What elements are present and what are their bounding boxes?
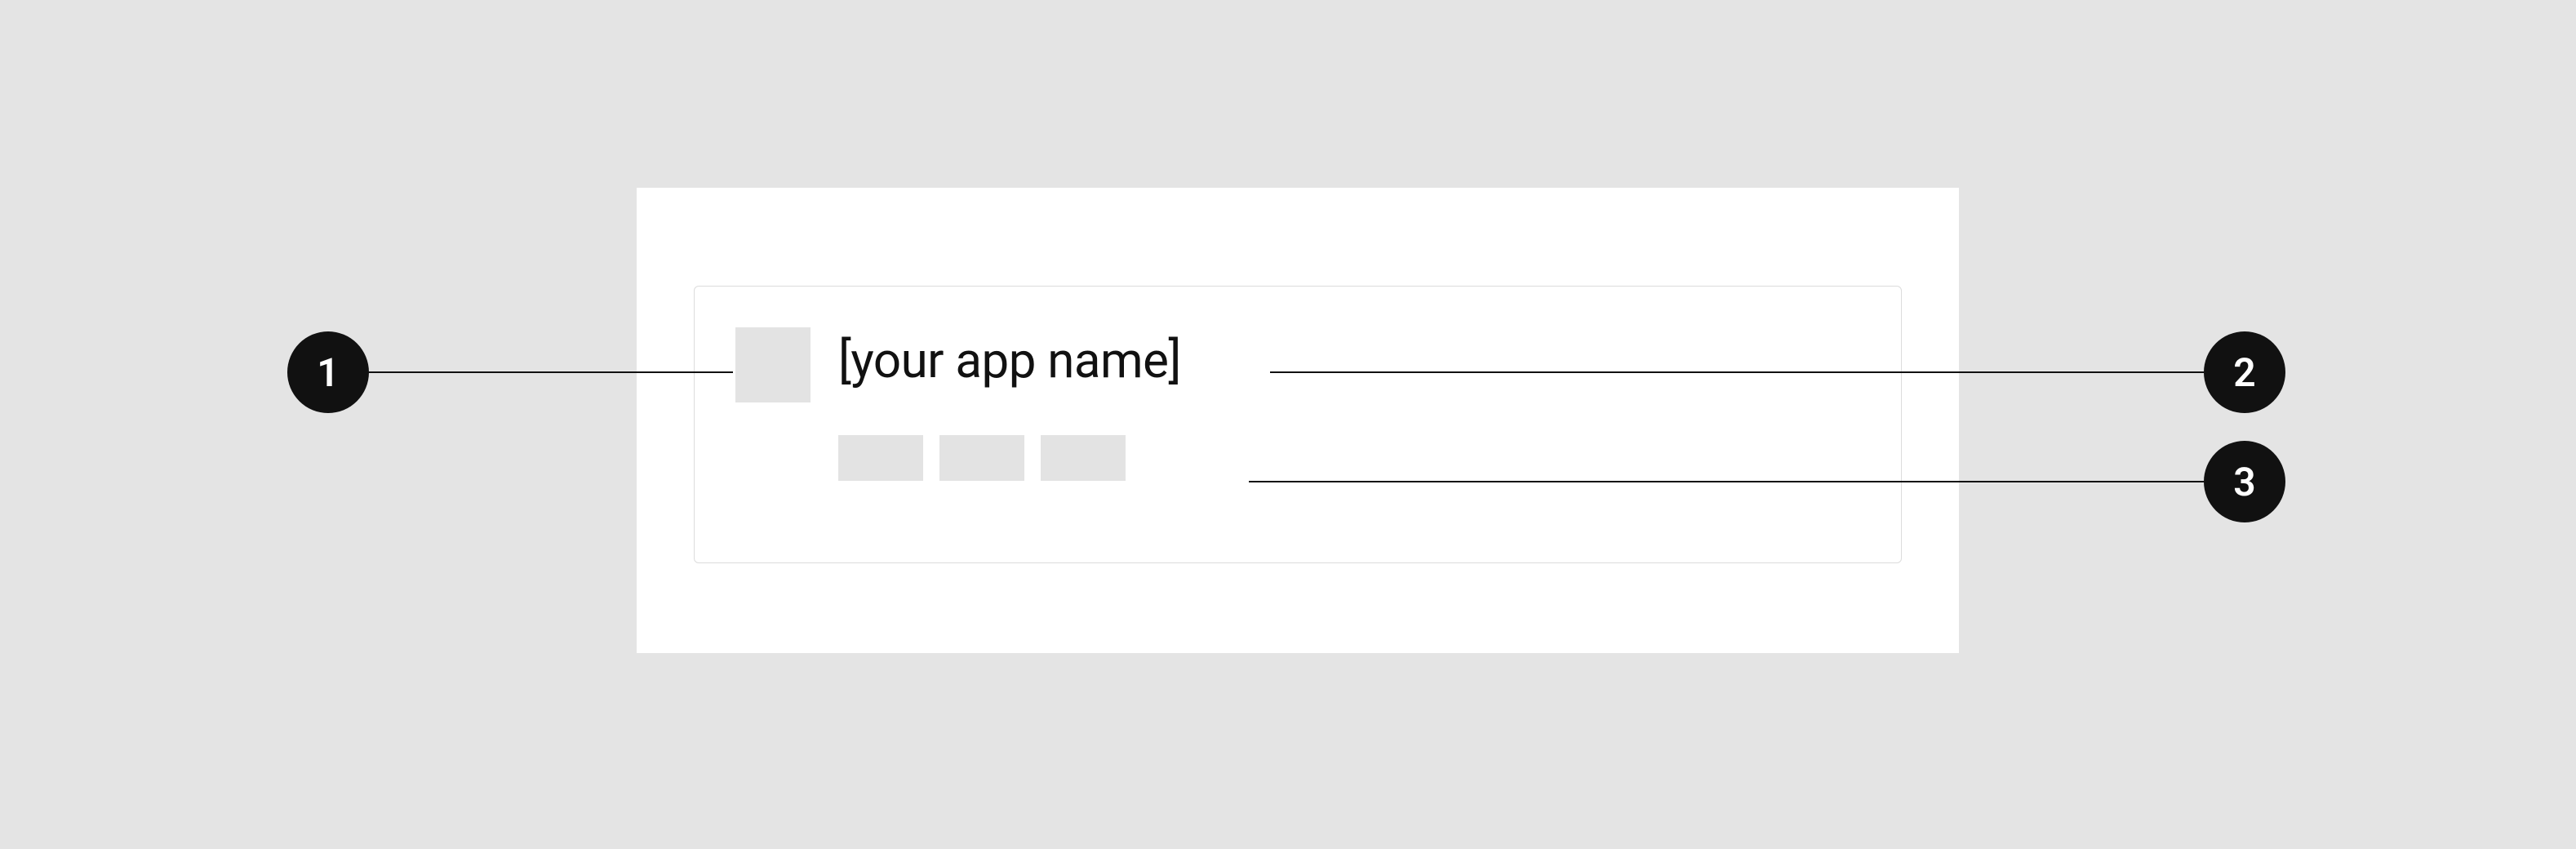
annotation-connector-1 <box>369 371 733 373</box>
annotation-number: 2 <box>2233 349 2255 396</box>
badge-placeholder <box>939 435 1024 481</box>
annotation-bubble-3: 3 <box>2204 441 2285 522</box>
annotation-connector-2 <box>1270 371 2204 373</box>
badge-placeholder <box>1041 435 1126 481</box>
annotation-bubble-2: 2 <box>2204 331 2285 413</box>
app-name-label: [your app name] <box>838 334 1181 388</box>
badge-row <box>838 435 1126 481</box>
diagram-panel: [your app name] <box>637 188 1959 653</box>
app-icon-placeholder <box>735 327 811 402</box>
annotation-connector-3 <box>1249 481 2204 482</box>
annotation-number: 3 <box>2233 459 2255 505</box>
annotation-bubble-1: 1 <box>287 331 369 413</box>
badge-placeholder <box>838 435 923 481</box>
app-card: [your app name] <box>694 286 1902 563</box>
annotation-number: 1 <box>317 349 339 396</box>
